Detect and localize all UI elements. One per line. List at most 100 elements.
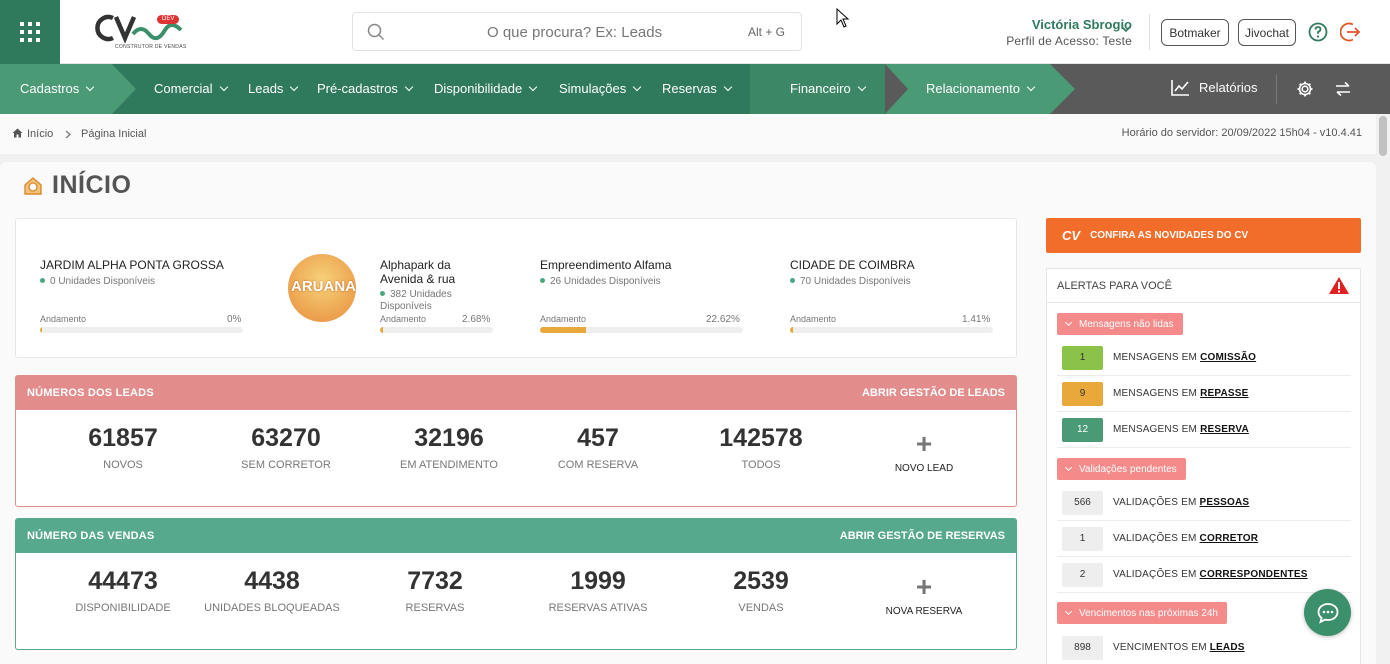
swap-icon[interactable] bbox=[1334, 81, 1352, 97]
stat-value: 4438 bbox=[244, 567, 300, 595]
project-card[interactable]: Empreendimento Alfama 26 Unidades Dispon… bbox=[540, 258, 671, 288]
apps-menu-button[interactable] bbox=[0, 0, 60, 64]
stat-sem-corretor[interactable]: 63270 SEM CORRETOR bbox=[206, 424, 366, 471]
progress-label: Andamento bbox=[380, 314, 427, 324]
alert-link[interactable]: COMISSÃO bbox=[1200, 352, 1256, 363]
help-icon[interactable] bbox=[1308, 22, 1328, 42]
alert-group-validacoes[interactable]: Validações pendentes bbox=[1057, 458, 1186, 480]
alert-link[interactable]: CORRESPONDENTES bbox=[1200, 569, 1308, 580]
scrollbar-thumb[interactable] bbox=[1379, 116, 1387, 156]
progress-fill bbox=[790, 327, 793, 333]
alert-row[interactable]: 9 MENSAGENS EM REPASSE bbox=[1057, 376, 1351, 412]
nav-disponibilidade[interactable]: Disponibilidade bbox=[434, 81, 538, 96]
stat-reservas-ativas[interactable]: 1999 RESERVAS ATIVAS bbox=[518, 567, 678, 614]
nav-simulacoes[interactable]: Simulações bbox=[559, 81, 642, 96]
nav-relatorios[interactable]: Relatórios bbox=[1171, 79, 1258, 96]
nav-leads[interactable]: Leads bbox=[248, 81, 299, 96]
stat-value: 61857 bbox=[88, 424, 158, 452]
home-building-icon bbox=[24, 177, 42, 195]
projects-panel bbox=[15, 218, 1017, 358]
stat-unidades-bloqueadas[interactable]: 4438 UNIDADES BLOQUEADAS bbox=[192, 567, 352, 614]
progress-percent: 0% bbox=[227, 314, 242, 325]
alert-row[interactable]: 1 VALIDAÇÕES EM CORRETOR bbox=[1057, 521, 1351, 557]
search-shortcut: Alt + G bbox=[747, 25, 785, 39]
alerts-header: ALERTAS PARA VOCÊ bbox=[1047, 269, 1360, 303]
app-logo[interactable]: DEV CONSTRUTOR DE VENDAS bbox=[95, 12, 187, 54]
alert-row[interactable]: 12 MENSAGENS EM RESERVA bbox=[1057, 412, 1351, 448]
alert-text: MENSAGENS EM RESERVA bbox=[1113, 424, 1249, 435]
alert-link[interactable]: PESSOAS bbox=[1200, 497, 1250, 508]
scrollbar[interactable] bbox=[1376, 114, 1390, 664]
alert-row[interactable]: 898 VENCIMENTOS EM LEADS bbox=[1057, 630, 1351, 664]
nav-cadastros[interactable]: Cadastros bbox=[20, 81, 95, 96]
jivochat-button[interactable]: Jivochat bbox=[1238, 19, 1296, 46]
stat-value: 44473 bbox=[88, 567, 158, 595]
stat-value: 1999 bbox=[570, 567, 626, 595]
stat-value: 32196 bbox=[414, 424, 484, 452]
chevron-down-icon bbox=[1026, 82, 1036, 91]
user-menu[interactable]: Victória Sbrogio Perfil de Acesso: Teste bbox=[1006, 17, 1132, 48]
nav-pre-cadastros[interactable]: Pré-cadastros bbox=[317, 81, 414, 96]
nav-financeiro-label: Financeiro bbox=[790, 81, 851, 96]
chevron-down-icon bbox=[1064, 318, 1073, 327]
leads-panel-header: NÚMEROS DOS LEADS ABRIR GESTÃO DE LEADS bbox=[16, 376, 1016, 410]
alert-link[interactable]: CORRETOR bbox=[1200, 533, 1259, 544]
alert-link[interactable]: REPASSE bbox=[1200, 388, 1248, 399]
alert-row[interactable]: 566 VALIDAÇÕES EM PESSOAS bbox=[1057, 485, 1351, 521]
alert-row[interactable]: 1 MENSAGENS EM COMISSÃO bbox=[1057, 340, 1351, 376]
nav-reservas-label: Reservas bbox=[662, 81, 717, 96]
logout-icon[interactable] bbox=[1340, 21, 1362, 43]
open-leads-link[interactable]: ABRIR GESTÃO DE LEADS bbox=[862, 387, 1005, 399]
breadcrumb-home[interactable]: Início bbox=[27, 128, 53, 140]
project-name: JARDIM ALPHA PONTA GROSSA bbox=[40, 258, 224, 272]
alert-group-vencimentos[interactable]: Vencimentos nas próximas 24h bbox=[1057, 602, 1227, 624]
stat-label: SEM CORRETOR bbox=[241, 459, 331, 471]
gear-icon[interactable] bbox=[1296, 80, 1314, 98]
home-icon bbox=[12, 128, 23, 138]
alert-row[interactable]: 2 VALIDAÇÕES EM CORRESPONDENTES bbox=[1057, 557, 1351, 593]
stat-value: 63270 bbox=[251, 424, 321, 452]
stat-vendas[interactable]: 2539 VENDAS bbox=[681, 567, 841, 614]
stat-label: COM RESERVA bbox=[557, 459, 639, 471]
stat-todos[interactable]: 142578 TODOS bbox=[681, 424, 841, 471]
alert-text: VALIDAÇÕES EM PESSOAS bbox=[1113, 497, 1249, 508]
project-name: Empreendimento Alfama bbox=[540, 258, 672, 272]
leads-panel-title: NÚMEROS DOS LEADS bbox=[27, 387, 154, 399]
stat-com-reserva[interactable]: 457 COM RESERVA bbox=[518, 424, 678, 471]
alert-link[interactable]: LEADS bbox=[1210, 642, 1245, 653]
open-reservations-link[interactable]: ABRIR GESTÃO DE RESERVAS bbox=[840, 530, 1005, 542]
alert-count: 9 bbox=[1062, 381, 1103, 406]
stat-novos[interactable]: 61857 NOVOS bbox=[43, 424, 203, 471]
nav-disponibilidade-label: Disponibilidade bbox=[434, 81, 523, 96]
chevron-down-icon bbox=[1064, 607, 1073, 616]
nav-comercial[interactable]: Comercial bbox=[154, 81, 228, 96]
stat-label: DISPONIBILIDADE bbox=[75, 602, 171, 614]
new-reservation-button[interactable]: + NOVA RESERVA bbox=[864, 573, 984, 618]
chat-button[interactable] bbox=[1304, 589, 1351, 636]
stat-em-atendimento[interactable]: 32196 EM ATENDIMENTO bbox=[369, 424, 529, 471]
alert-group-mensagens[interactable]: Mensagens não lidas bbox=[1057, 313, 1183, 335]
progress-fill bbox=[40, 327, 43, 333]
global-search[interactable]: O que procura? Ex: Leads Alt + G bbox=[352, 12, 802, 51]
project-name: Alphapark da Avenida & rua bbox=[380, 258, 456, 286]
nav-financeiro[interactable]: Financeiro bbox=[790, 81, 866, 96]
nav-relacionamento[interactable]: Relacionamento bbox=[926, 81, 1036, 96]
alert-prefix: VALIDAÇÕES EM bbox=[1113, 533, 1197, 544]
alert-text: MENSAGENS EM REPASSE bbox=[1113, 388, 1249, 399]
stat-reservas[interactable]: 7732 RESERVAS bbox=[355, 567, 515, 614]
new-lead-button[interactable]: + NOVO LEAD bbox=[864, 430, 984, 475]
alert-link[interactable]: RESERVA bbox=[1200, 424, 1249, 435]
logo-subtitle: CONSTRUTOR DE VENDAS bbox=[115, 44, 187, 50]
alert-text: VENCIMENTOS EM LEADS bbox=[1113, 642, 1245, 653]
nav-reservas[interactable]: Reservas bbox=[662, 81, 733, 96]
stat-disponibilidade[interactable]: 44473 DISPONIBILIDADE bbox=[43, 567, 203, 614]
divider bbox=[1276, 74, 1277, 104]
botmaker-button[interactable]: Botmaker bbox=[1161, 19, 1229, 46]
news-button[interactable]: CV CONFIRA AS NOVIDADES DO CV bbox=[1046, 218, 1361, 253]
project-card[interactable]: Alphapark da Avenida & rua 382 Unidades … bbox=[380, 258, 492, 313]
alert-count: 12 bbox=[1062, 417, 1103, 442]
project-card[interactable]: JARDIM ALPHA PONTA GROSSA 0 Unidades Dis… bbox=[40, 258, 224, 288]
project-name: CIDADE DE COIMBRA bbox=[790, 258, 915, 272]
chevron-down-icon[interactable] bbox=[1121, 26, 1131, 33]
project-card[interactable]: CIDADE DE COIMBRA 70 Unidades Disponívei… bbox=[790, 258, 915, 288]
